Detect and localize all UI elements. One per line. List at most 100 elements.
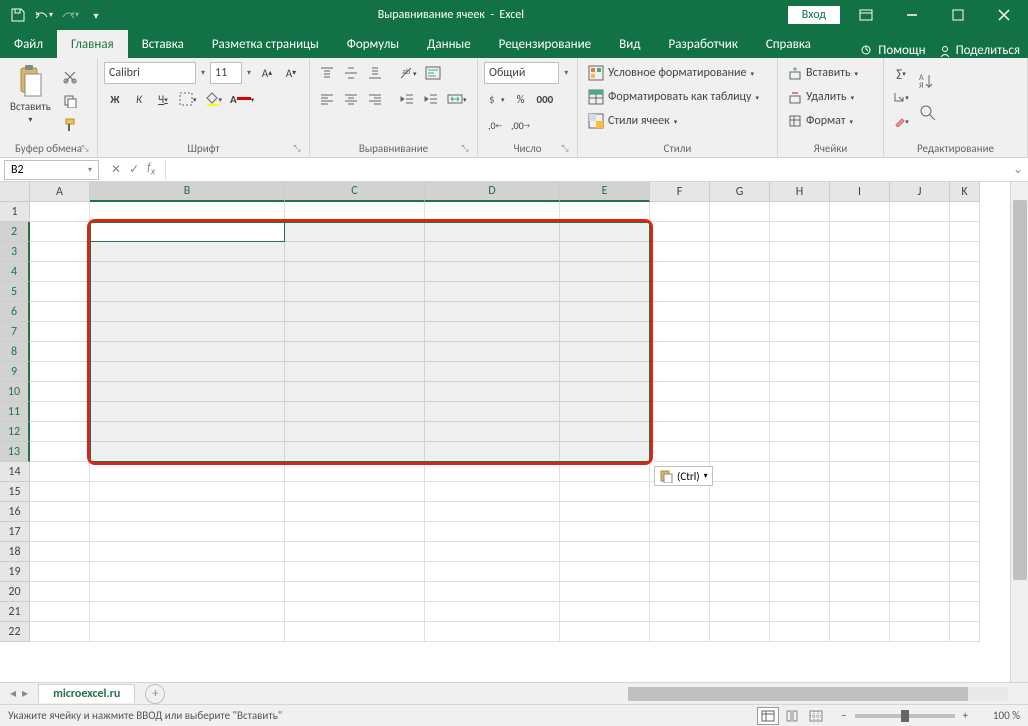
autosum-icon[interactable]: ∑▾ [890,62,912,84]
tab-page-layout[interactable]: Разметка страницы [198,30,333,58]
paste-options-button[interactable]: (Ctrl)▾ [654,466,713,486]
format-as-table-button[interactable]: Форматировать как таблицу▾ [584,86,763,108]
indent-increase-icon[interactable] [420,88,442,110]
decrease-decimal-icon[interactable]: ,00→ [508,114,533,136]
cancel-formula-icon[interactable]: ✕ [111,162,121,177]
orientation-icon[interactable]: ab▾ [396,62,420,84]
close-icon[interactable] [984,0,1024,30]
tab-review[interactable]: Рецензирование [485,30,605,58]
delete-cells-button[interactable]: Удалить▾ [784,86,862,108]
row-header-19[interactable]: 19 [0,562,30,582]
add-sheet-button[interactable]: + [145,684,165,704]
row-header-17[interactable]: 17 [0,522,30,542]
row-header-11[interactable]: 11 [0,402,30,422]
tell-me-button[interactable]: Помощн [860,43,925,58]
tab-view[interactable]: Вид [605,30,654,58]
sheet-nav-prev-icon[interactable]: ◂ [10,686,16,701]
col-header-A[interactable]: A [30,182,90,202]
row-header-1[interactable]: 1 [0,202,30,222]
fill-color-button[interactable]: ▾ [202,88,226,110]
save-icon[interactable] [6,3,30,27]
share-button[interactable]: Поделиться [938,43,1020,58]
formula-bar[interactable] [165,160,1008,180]
col-header-E[interactable]: E [560,182,650,202]
row-header-8[interactable]: 8 [0,342,30,362]
thousands-format-icon[interactable]: 000 [534,88,557,110]
minimize-icon[interactable] [892,0,932,30]
tab-data[interactable]: Данные [413,30,485,58]
align-top-icon[interactable] [316,62,338,84]
row-header-13[interactable]: 13 [0,442,30,462]
ribbon-options-icon[interactable] [846,0,886,30]
col-header-D[interactable]: D [425,182,560,202]
font-size-dd[interactable]: ▾ [244,68,254,78]
row-header-18[interactable]: 18 [0,542,30,562]
expand-formula-bar-icon[interactable]: ⌄ [1008,162,1028,177]
align-left-icon[interactable] [316,88,338,110]
row-header-16[interactable]: 16 [0,502,30,522]
col-header-C[interactable]: C [285,182,425,202]
row-header-12[interactable]: 12 [0,422,30,442]
number-format-dd[interactable]: ▾ [561,68,571,78]
sheet-nav-next-icon[interactable]: ▸ [22,686,28,701]
col-header-H[interactable]: H [770,182,830,202]
fx-icon[interactable]: fx [147,161,165,177]
view-normal-icon[interactable] [757,707,779,725]
horizontal-scrollbar[interactable] [628,687,1008,701]
copy-icon[interactable] [59,90,81,112]
align-bottom-icon[interactable] [364,62,386,84]
tab-home[interactable]: Главная [57,30,128,58]
worksheet-grid[interactable]: ABCDEFGHIJK 1234567891011121314151617181… [0,182,1028,682]
fill-icon[interactable]: ▾ [890,86,912,108]
align-right-icon[interactable] [364,88,386,110]
zoom-in-icon[interactable]: + [963,709,968,722]
row-header-7[interactable]: 7 [0,322,30,342]
conditional-format-button[interactable]: Условное форматирование▾ [584,62,763,84]
number-format-combo[interactable]: Общий [484,62,559,84]
row-header-6[interactable]: 6 [0,302,30,322]
percent-format-icon[interactable]: % [510,88,532,110]
bold-button[interactable]: Ж [104,88,126,110]
row-header-5[interactable]: 5 [0,282,30,302]
vertical-scrollbar[interactable] [1010,182,1028,682]
sheet-tab[interactable]: microexcel.ru [38,684,135,703]
row-header-14[interactable]: 14 [0,462,30,482]
row-header-15[interactable]: 15 [0,482,30,502]
wrap-text-icon[interactable] [422,62,444,84]
align-launcher-icon[interactable]: ⤡ [459,143,471,155]
clear-icon[interactable]: ▾ [890,110,912,132]
row-header-2[interactable]: 2 [0,222,30,242]
col-header-I[interactable]: I [830,182,890,202]
view-page-layout-icon[interactable] [781,707,803,725]
cut-icon[interactable] [59,66,81,88]
increase-decimal-icon[interactable]: ,0← [484,114,506,136]
align-center-icon[interactable] [340,88,362,110]
select-all-corner[interactable] [0,182,30,202]
row-header-4[interactable]: 4 [0,262,30,282]
number-launcher-icon[interactable]: ⤡ [559,143,571,155]
font-launcher-icon[interactable]: ⤡ [291,143,303,155]
name-box[interactable]: B2▾ [4,160,99,180]
tab-developer[interactable]: Разработчик [654,30,751,58]
sort-filter-icon[interactable]: AЯ [916,66,940,96]
indent-decrease-icon[interactable] [396,88,418,110]
font-name-dd[interactable]: ▾ [198,68,208,78]
col-header-J[interactable]: J [890,182,950,202]
col-header-G[interactable]: G [710,182,770,202]
paste-button[interactable]: Вставить ▾ [6,62,55,127]
find-select-icon[interactable] [916,98,940,128]
row-header-21[interactable]: 21 [0,602,30,622]
underline-button[interactable]: Ч▾ [152,88,174,110]
col-header-K[interactable]: K [950,182,980,202]
qat-customize-icon[interactable]: ▾ [84,3,108,27]
font-size-combo[interactable]: 11 [210,62,242,84]
tab-formulas[interactable]: Формулы [333,30,413,58]
row-header-20[interactable]: 20 [0,582,30,602]
col-header-F[interactable]: F [650,182,710,202]
tab-insert[interactable]: Вставка [128,30,198,58]
font-name-combo[interactable]: Calibri [104,62,196,84]
align-middle-icon[interactable] [340,62,362,84]
font-color-button[interactable]: A▾ [227,88,257,110]
shrink-font-icon[interactable]: A▾ [280,62,302,84]
format-cells-button[interactable]: Формат▾ [784,110,862,132]
